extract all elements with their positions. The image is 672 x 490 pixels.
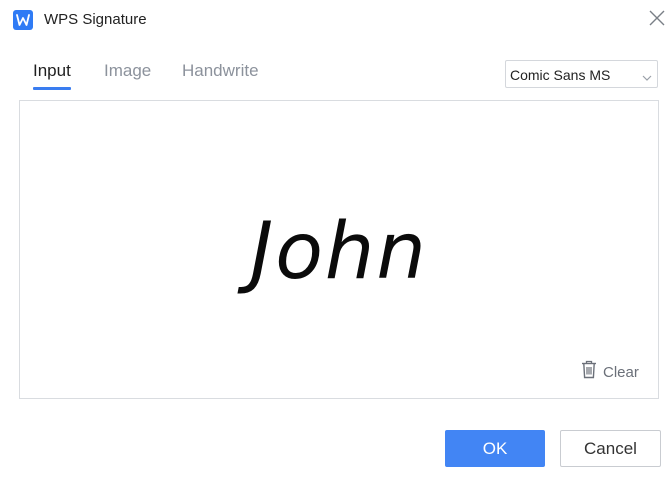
chevron-down-icon	[642, 70, 652, 81]
tab-input[interactable]: Input	[33, 58, 71, 90]
trash-icon	[581, 360, 597, 384]
clear-button[interactable]: Clear	[581, 360, 639, 384]
font-select-value: Comic Sans MS	[510, 67, 611, 83]
clear-label: Clear	[603, 363, 639, 381]
wps-logo-icon	[13, 10, 33, 30]
close-icon[interactable]	[648, 9, 666, 27]
window-title: WPS Signature	[44, 11, 147, 28]
signature-preview: John	[250, 207, 428, 297]
title-bar: WPS Signature	[0, 0, 672, 40]
tab-image[interactable]: Image	[104, 58, 151, 84]
cancel-button[interactable]: Cancel	[560, 430, 661, 467]
ok-button[interactable]: OK	[445, 430, 545, 467]
font-select[interactable]: Comic Sans MS	[505, 60, 658, 88]
signature-canvas[interactable]: John Clear	[19, 100, 659, 399]
tab-handwrite[interactable]: Handwrite	[182, 58, 259, 84]
